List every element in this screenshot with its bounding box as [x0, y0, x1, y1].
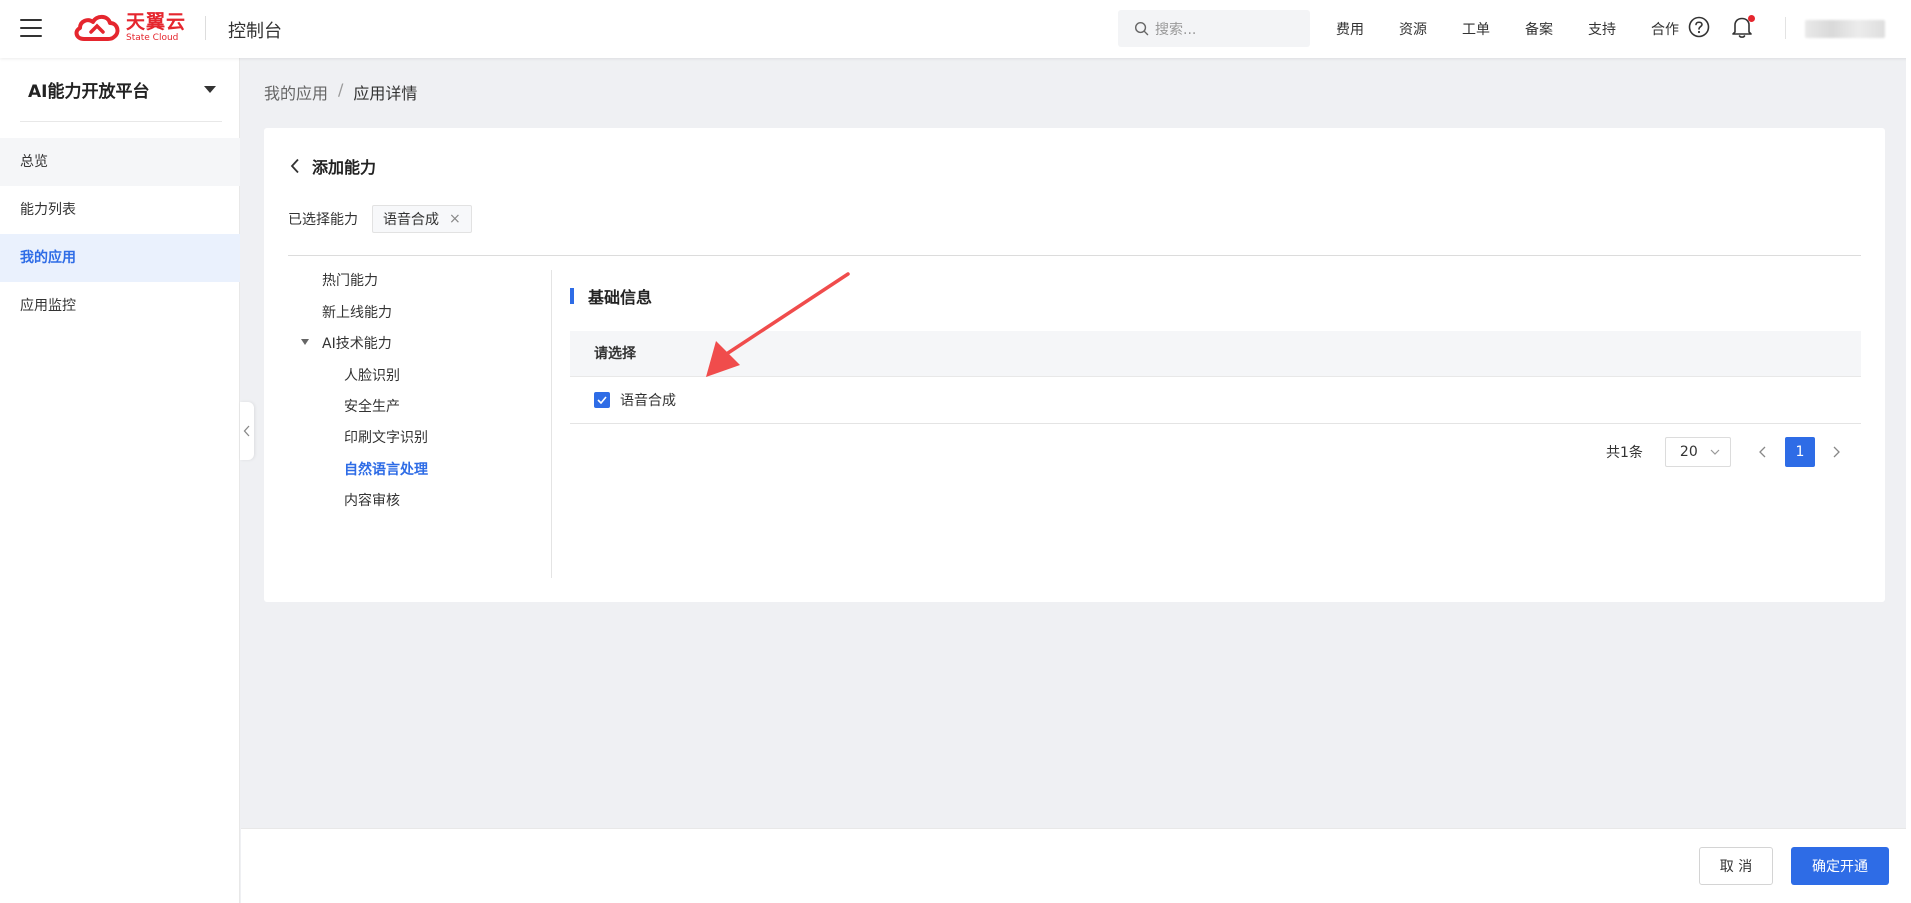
nav-billing[interactable]: 费用 — [1336, 19, 1364, 39]
nav-tickets[interactable]: 工单 — [1462, 19, 1490, 39]
breadcrumb-current: 应用详情 — [353, 84, 418, 103]
nav-filing[interactable]: 备案 — [1525, 19, 1553, 39]
page-size-select[interactable]: 20 — [1664, 437, 1731, 467]
nav-resources[interactable]: 资源 — [1399, 19, 1427, 39]
selected-capabilities: 已选择能力 语音合成 × — [288, 205, 472, 233]
capability-name: 语音合成 — [620, 393, 676, 409]
tree-item-hot[interactable]: 热门能力 — [322, 270, 378, 290]
sidebar: AI能力开放平台 总览 能力列表 我的应用 应用监控 — [0, 58, 240, 903]
capability-category-tree: 热门能力 新上线能力 AI技术能力 人脸识别 安全生产 印刷文字识别 自然语言处… — [288, 270, 552, 578]
chevron-left-icon — [1759, 446, 1766, 458]
tree-item-ai-tech[interactable]: AI技术能力 — [322, 333, 392, 353]
brand-name-en: State Cloud — [126, 33, 179, 43]
bottom-action-bar: 取 消 确定开通 — [241, 828, 1911, 903]
search-placeholder: 搜索... — [1155, 21, 1197, 38]
section-title: 基础信息 — [570, 284, 652, 308]
page-size-value: 20 — [1679, 444, 1698, 460]
sidebar-item-capability-list[interactable]: 能力列表 — [0, 186, 240, 234]
tree-item-content-review[interactable]: 内容审核 — [344, 490, 400, 510]
tree-item-face-recognition[interactable]: 人脸识别 — [344, 365, 400, 385]
sidebar-item-app-monitoring[interactable]: 应用监控 — [0, 282, 240, 330]
top-bar: 天翼云 State Cloud 控制台 搜索... 费用 资源 工单 备案 支持… — [0, 0, 1911, 58]
breadcrumb-separator: / — [338, 80, 344, 99]
notification-dot — [1748, 15, 1755, 22]
close-icon[interactable]: × — [449, 211, 461, 227]
sidebar-collapse-button[interactable] — [240, 402, 254, 460]
brand-logo[interactable]: 天翼云 State Cloud — [72, 12, 186, 44]
menu-icon[interactable] — [20, 19, 42, 37]
cloud-logo-icon — [74, 14, 120, 41]
card-title: 添加能力 — [290, 154, 376, 178]
header-divider — [205, 16, 206, 40]
tree-expand-caret-icon[interactable] — [301, 339, 309, 345]
breadcrumb-my-apps[interactable]: 我的应用 — [264, 80, 328, 104]
search-icon — [1134, 21, 1149, 36]
brand-name: 天翼云 — [126, 11, 187, 33]
tree-item-ocr[interactable]: 印刷文字识别 — [344, 427, 428, 447]
divider — [288, 255, 1861, 256]
sidebar-item-my-apps[interactable]: 我的应用 — [0, 234, 240, 282]
tree-item-nlp[interactable]: 自然语言处理 — [344, 459, 428, 479]
window-edge — [1906, 0, 1911, 903]
pagination-total: 共1条 — [1606, 445, 1643, 461]
chevron-right-icon — [1833, 446, 1841, 458]
page-number-button[interactable]: 1 — [1784, 437, 1815, 467]
header-divider-right — [1785, 17, 1786, 39]
nav-partner[interactable]: 合作 — [1651, 19, 1679, 39]
add-capability-card: 添加能力 已选择能力 语音合成 × 热门能力 新上线能力 AI技术能力 人脸识别… — [264, 128, 1885, 602]
section-accent-bar — [570, 288, 574, 304]
nav-support[interactable]: 支持 — [1588, 19, 1616, 39]
checkmark-icon — [597, 396, 607, 404]
user-account-blurred[interactable] — [1805, 20, 1885, 38]
sidebar-item-overview[interactable]: 总览 — [0, 138, 240, 186]
platform-switcher[interactable]: AI能力开放平台 — [20, 58, 222, 122]
help-icon[interactable] — [1688, 16, 1710, 38]
caret-down-icon — [204, 86, 216, 93]
tree-item-safety-production[interactable]: 安全生产 — [344, 396, 400, 416]
back-arrow-icon[interactable] — [290, 158, 300, 174]
tree-item-new[interactable]: 新上线能力 — [322, 302, 392, 322]
platform-title: AI能力开放平台 — [28, 82, 150, 102]
confirm-activation-button[interactable]: 确定开通 — [1791, 847, 1889, 885]
selected-label: 已选择能力 — [288, 212, 358, 228]
cancel-button[interactable]: 取 消 — [1699, 847, 1773, 885]
selected-tag: 语音合成 × — [372, 205, 472, 233]
capability-checkbox[interactable] — [594, 392, 610, 408]
card-title-text: 添加能力 — [312, 158, 377, 177]
console-title[interactable]: 控制台 — [228, 17, 282, 43]
next-page-button[interactable] — [1821, 437, 1853, 467]
breadcrumb: 我的应用 / 应用详情 — [264, 80, 417, 104]
pagination: 共1条 20 1 — [1606, 437, 1853, 467]
chevron-down-icon — [1710, 449, 1720, 455]
top-nav: 费用 资源 工单 备案 支持 合作 — [1336, 19, 1714, 39]
table-header: 请选择 — [570, 331, 1861, 377]
table-row: 语音合成 — [570, 377, 1861, 424]
chevron-left-icon — [243, 425, 250, 437]
prev-page-button[interactable] — [1747, 437, 1779, 467]
search-input[interactable]: 搜索... — [1118, 10, 1310, 47]
section-title-text: 基础信息 — [588, 288, 653, 307]
selected-tag-label: 语音合成 — [383, 212, 439, 228]
side-menu: 总览 能力列表 我的应用 应用监控 — [0, 138, 240, 330]
